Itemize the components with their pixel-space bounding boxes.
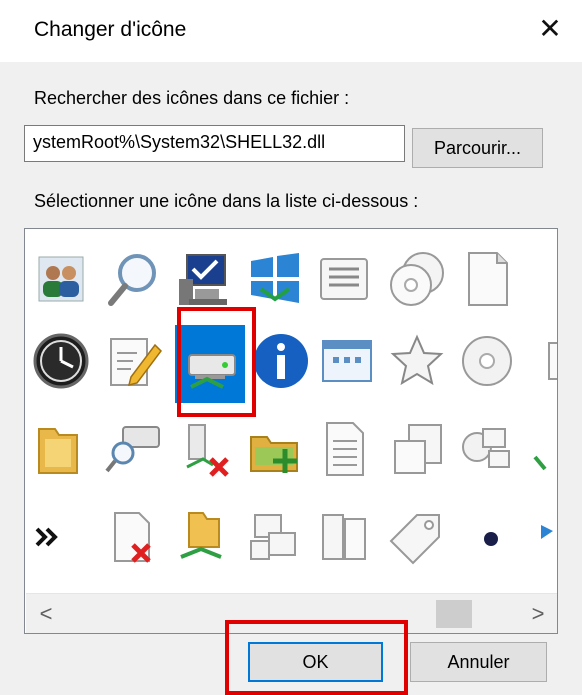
browse-button[interactable]: Parcourir... — [412, 128, 543, 168]
dot-icon[interactable] — [457, 507, 517, 567]
folder-share-icon[interactable] — [173, 507, 233, 567]
panels-icon[interactable] — [315, 507, 375, 567]
close-icon[interactable]: ✕ — [533, 12, 567, 46]
tag-icon[interactable] — [387, 507, 447, 567]
blank-page-icon[interactable] — [457, 249, 517, 309]
scanner-icon[interactable] — [103, 419, 163, 479]
scroll-right-icon[interactable]: > — [518, 594, 557, 633]
dialog-title: Changer d'icône — [34, 18, 187, 41]
annotation-box-selected-icon — [177, 307, 256, 417]
search-magnifier-icon[interactable] — [103, 249, 163, 309]
folder-add-icon[interactable] — [245, 419, 305, 479]
partial-check-icon[interactable] — [531, 429, 557, 489]
network-computers-icon[interactable] — [457, 419, 517, 479]
search-file-label: Rechercher des icônes dans ce fichier : — [34, 88, 350, 108]
computer-monitor-icon[interactable] — [173, 249, 233, 309]
icon-listbox[interactable]: < > — [24, 228, 558, 634]
scroll-left-icon[interactable]: < — [26, 594, 66, 633]
file-path-input[interactable]: ystemRoot%\System32\SHELL32.dll — [24, 125, 405, 162]
star-icon[interactable] — [387, 331, 447, 391]
folder-icon[interactable] — [31, 419, 91, 479]
info-icon[interactable] — [251, 331, 311, 391]
notepad-pencil-icon[interactable] — [103, 331, 163, 391]
text-page-icon[interactable] — [315, 419, 375, 479]
partial-page-icon[interactable] — [539, 339, 557, 399]
scroll-thumb[interactable] — [436, 600, 472, 628]
users-icon[interactable] — [31, 249, 91, 309]
cancel-button[interactable]: Annuler — [410, 642, 547, 682]
cd-disc-icon[interactable] — [457, 331, 517, 391]
windows-logo-icon[interactable] — [245, 249, 305, 309]
title-bar: Changer d'icône ✕ — [0, 0, 582, 62]
page-error-icon[interactable] — [103, 507, 163, 567]
disc-stack-icon[interactable] — [387, 249, 447, 309]
clock-icon[interactable] — [31, 331, 91, 391]
window-stack-icon[interactable] — [387, 419, 447, 479]
double-chevron-icon[interactable] — [31, 507, 91, 567]
window-grid-icon[interactable] — [317, 331, 377, 391]
document-lines-icon[interactable] — [315, 249, 375, 309]
network-group-icon[interactable] — [245, 507, 305, 567]
select-icon-label: Sélectionner une icône dans la liste ci-… — [34, 191, 419, 211]
partial-arrow-icon[interactable] — [535, 513, 557, 573]
annotation-box-ok-button — [225, 620, 408, 695]
drive-error-icon[interactable] — [173, 419, 233, 479]
